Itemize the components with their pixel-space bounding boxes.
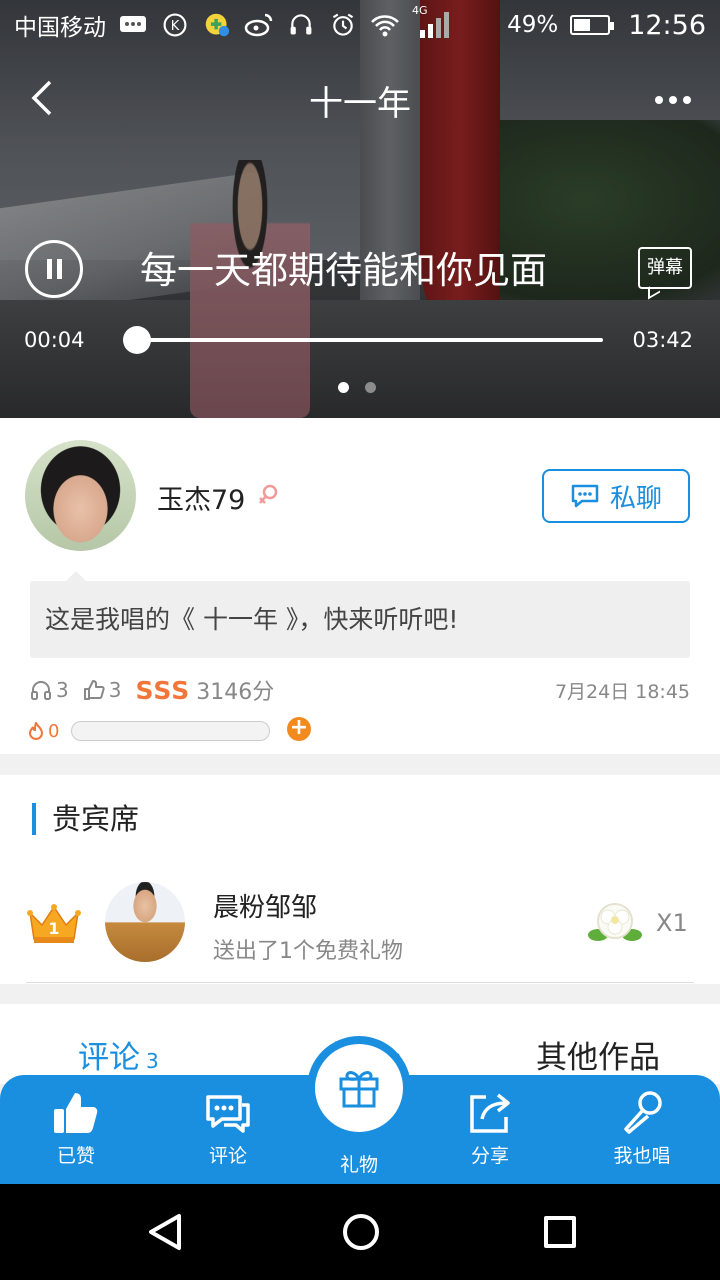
tab-comments-count: 3 <box>146 1049 159 1073</box>
grade-badge: SSS <box>135 675 191 705</box>
song-stats: 3 3 SSS 3146分 7月24日 18:45 <box>30 675 690 705</box>
hot-row: 0 <box>28 718 328 744</box>
user-message: 这是我唱的《 十一年 》，快来听听吧! <box>30 571 690 658</box>
vip-avatar[interactable] <box>105 882 185 962</box>
vip-section: 贵宾席 1 晨粉邹邹 送出了1个免费礼物 X1 <box>0 775 720 984</box>
rank-number: 1 <box>48 919 59 938</box>
gift-count: X1 <box>656 909 688 937</box>
headset-icon <box>290 14 312 35</box>
page-dot <box>365 382 376 393</box>
danmu-toggle-button[interactable]: 弹幕 <box>638 247 692 289</box>
chat-bubble-icon <box>571 484 599 508</box>
total-time: 03:42 <box>632 328 693 352</box>
comment-label: 评论 <box>208 1145 247 1167</box>
tab-other-works[interactable]: 其他作品 <box>536 1032 660 1077</box>
system-nav-bar <box>0 1184 720 1280</box>
vip-name[interactable]: 晨粉邹邹 <box>213 887 317 924</box>
private-chat-label: 私聊 <box>609 483 662 514</box>
weibo-icon <box>244 13 273 37</box>
alarm-icon <box>332 13 354 36</box>
system-recents-icon[interactable] <box>544 1216 576 1248</box>
gift-label: 礼物 <box>339 1154 378 1176</box>
hot-progress-bar <box>71 721 271 741</box>
battery-icon <box>570 15 615 35</box>
wifi-icon <box>371 15 399 37</box>
message-icon <box>120 16 146 32</box>
sing-too-button[interactable]: 我也唱 <box>577 1075 707 1184</box>
page-dot-active <box>338 382 349 393</box>
user-card: 玉杰79 私聊 这是我唱的《 十一年 》，快来听听吧! 3 3 SSS 3146… <box>0 418 720 754</box>
system-home-icon[interactable] <box>343 1214 379 1250</box>
add-hot-button[interactable]: + <box>287 717 311 741</box>
liked-button[interactable]: 已赞 <box>11 1075 141 1184</box>
clock: 12:56 <box>628 9 706 41</box>
female-icon <box>259 484 278 504</box>
progress-knob[interactable] <box>122 326 151 354</box>
battery-percent: 49% <box>507 12 559 38</box>
page-title: 十一年 <box>309 84 411 124</box>
hot-count: 0 <box>48 720 60 742</box>
current-time: 00:04 <box>24 328 85 352</box>
vip-gift-description: 送出了1个免费礼物 <box>213 939 403 964</box>
user-avatar[interactable] <box>25 440 136 551</box>
top-nav: 十一年 <box>0 62 720 136</box>
carrier-name: 中国移动 <box>14 15 106 41</box>
tab-comments[interactable]: 评论 3 <box>78 1032 159 1077</box>
thumbs-up-filled-icon <box>54 1093 98 1133</box>
svg-text:K: K <box>171 19 180 34</box>
tab-comments-label: 评论 <box>78 1040 140 1076</box>
microphone-icon <box>624 1091 662 1134</box>
score: 3146分 <box>196 680 275 705</box>
like-count: 3 <box>108 678 122 702</box>
app-notification-icon <box>205 13 230 37</box>
crown-rank-icon: 1 <box>27 904 81 943</box>
page-indicator <box>338 382 376 393</box>
more-options-button[interactable] <box>648 80 698 120</box>
lyric-line: 每一天都期待能和你见面 <box>140 249 547 292</box>
comment-button[interactable]: 评论 <box>163 1075 293 1184</box>
gift-button[interactable] <box>307 1036 411 1140</box>
flower-gift-icon <box>588 903 642 941</box>
publish-date: 7月24日 18:45 <box>554 680 690 703</box>
vip-section-title: 贵宾席 <box>32 803 139 835</box>
system-back-icon[interactable] <box>145 1212 185 1252</box>
share-label: 分享 <box>470 1145 509 1167</box>
flame-icon <box>28 722 44 740</box>
progress-track[interactable] <box>127 338 603 342</box>
tab-other-works-label: 其他作品 <box>536 1040 660 1076</box>
pause-button[interactable] <box>25 240 83 298</box>
share-button[interactable]: 分享 <box>425 1075 555 1184</box>
karaoke-app-icon: K <box>163 13 187 37</box>
listen-count: 3 <box>56 678 69 702</box>
gift-box-icon <box>339 1071 379 1108</box>
liked-label: 已赞 <box>56 1145 95 1167</box>
signal-icon: 4G <box>412 4 452 40</box>
sing-too-label: 我也唱 <box>613 1145 671 1167</box>
gift-button-inner <box>315 1044 403 1132</box>
private-chat-button[interactable]: 私聊 <box>542 469 690 523</box>
status-bar: 中国移动 K 4G 49% 12:56 <box>0 0 720 50</box>
thumbs-up-icon <box>83 680 105 700</box>
username[interactable]: 玉杰79 <box>157 478 245 517</box>
headphones-icon <box>31 681 51 700</box>
share-icon <box>470 1093 510 1133</box>
comment-icon <box>206 1095 250 1133</box>
divider <box>26 982 694 983</box>
